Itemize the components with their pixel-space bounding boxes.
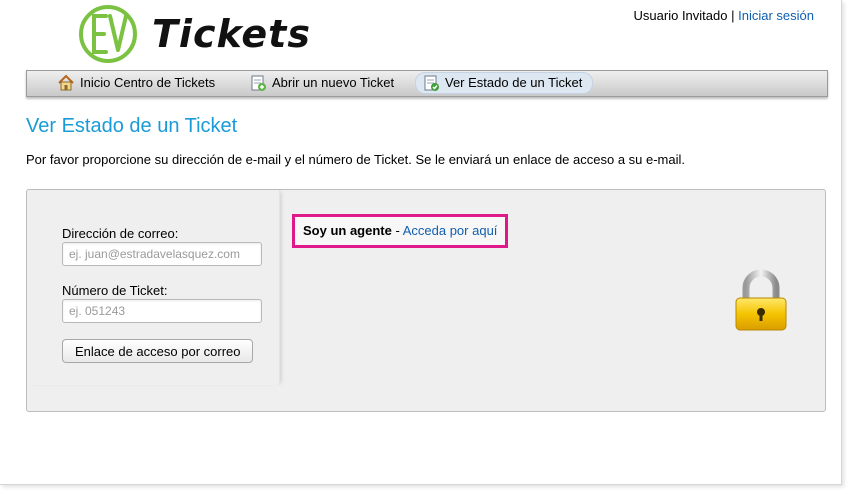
agent-dash: - <box>395 223 400 238</box>
access-form: Dirección de correo: Número de Ticket: E… <box>27 190 280 385</box>
nav-item-home[interactable]: Inicio Centro de Tickets <box>51 73 225 93</box>
nav-item-new-ticket[interactable]: Abrir un nuevo Ticket <box>243 73 404 93</box>
lock-icon <box>735 269 787 331</box>
ticket-number-label: Número de Ticket: <box>62 283 168 298</box>
agent-login-box: Soy un agente - Acceda por aquí <box>292 214 509 248</box>
page-frame: Tickets Usuario Invitado | Iniciar sesió… <box>0 0 842 485</box>
email-access-link-button[interactable]: Enlace de acceso por correo <box>62 339 254 363</box>
main-nav: Inicio Centro de Tickets Abrir un nuevo … <box>26 70 828 97</box>
nav-item-ticket-status[interactable]: Ver Estado de un Ticket <box>415 72 594 94</box>
logo-text: Tickets <box>152 12 311 56</box>
status-panel: Dirección de correo: Número de Ticket: E… <box>26 189 826 412</box>
new-ticket-icon <box>251 75 266 91</box>
signin-link[interactable]: Iniciar sesión <box>738 8 814 23</box>
nav-item-label: Abrir un nuevo Ticket <box>272 75 395 90</box>
nav-item-label: Inicio Centro de Tickets <box>80 75 216 90</box>
agent-prefix: Soy un agente <box>303 223 392 238</box>
page-title: Ver Estado de un Ticket <box>26 115 238 137</box>
user-separator: | <box>731 8 735 23</box>
nav-item-label: Ver Estado de un Ticket <box>445 75 583 90</box>
email-field[interactable] <box>62 242 262 266</box>
site-logo[interactable]: Tickets <box>78 4 310 64</box>
ticket-number-field[interactable] <box>62 299 262 323</box>
home-icon <box>58 74 74 91</box>
ev-logo-icon <box>79 5 137 63</box>
guest-user-label: Usuario Invitado <box>633 8 728 23</box>
agent-login-link[interactable]: Acceda por aquí <box>403 223 498 238</box>
user-area: Usuario Invitado | Iniciar sesión <box>634 8 814 23</box>
ticket-status-icon <box>424 75 439 91</box>
intro-text: Por favor proporcione su dirección de e-… <box>26 152 686 167</box>
email-label: Dirección de correo: <box>62 226 179 241</box>
